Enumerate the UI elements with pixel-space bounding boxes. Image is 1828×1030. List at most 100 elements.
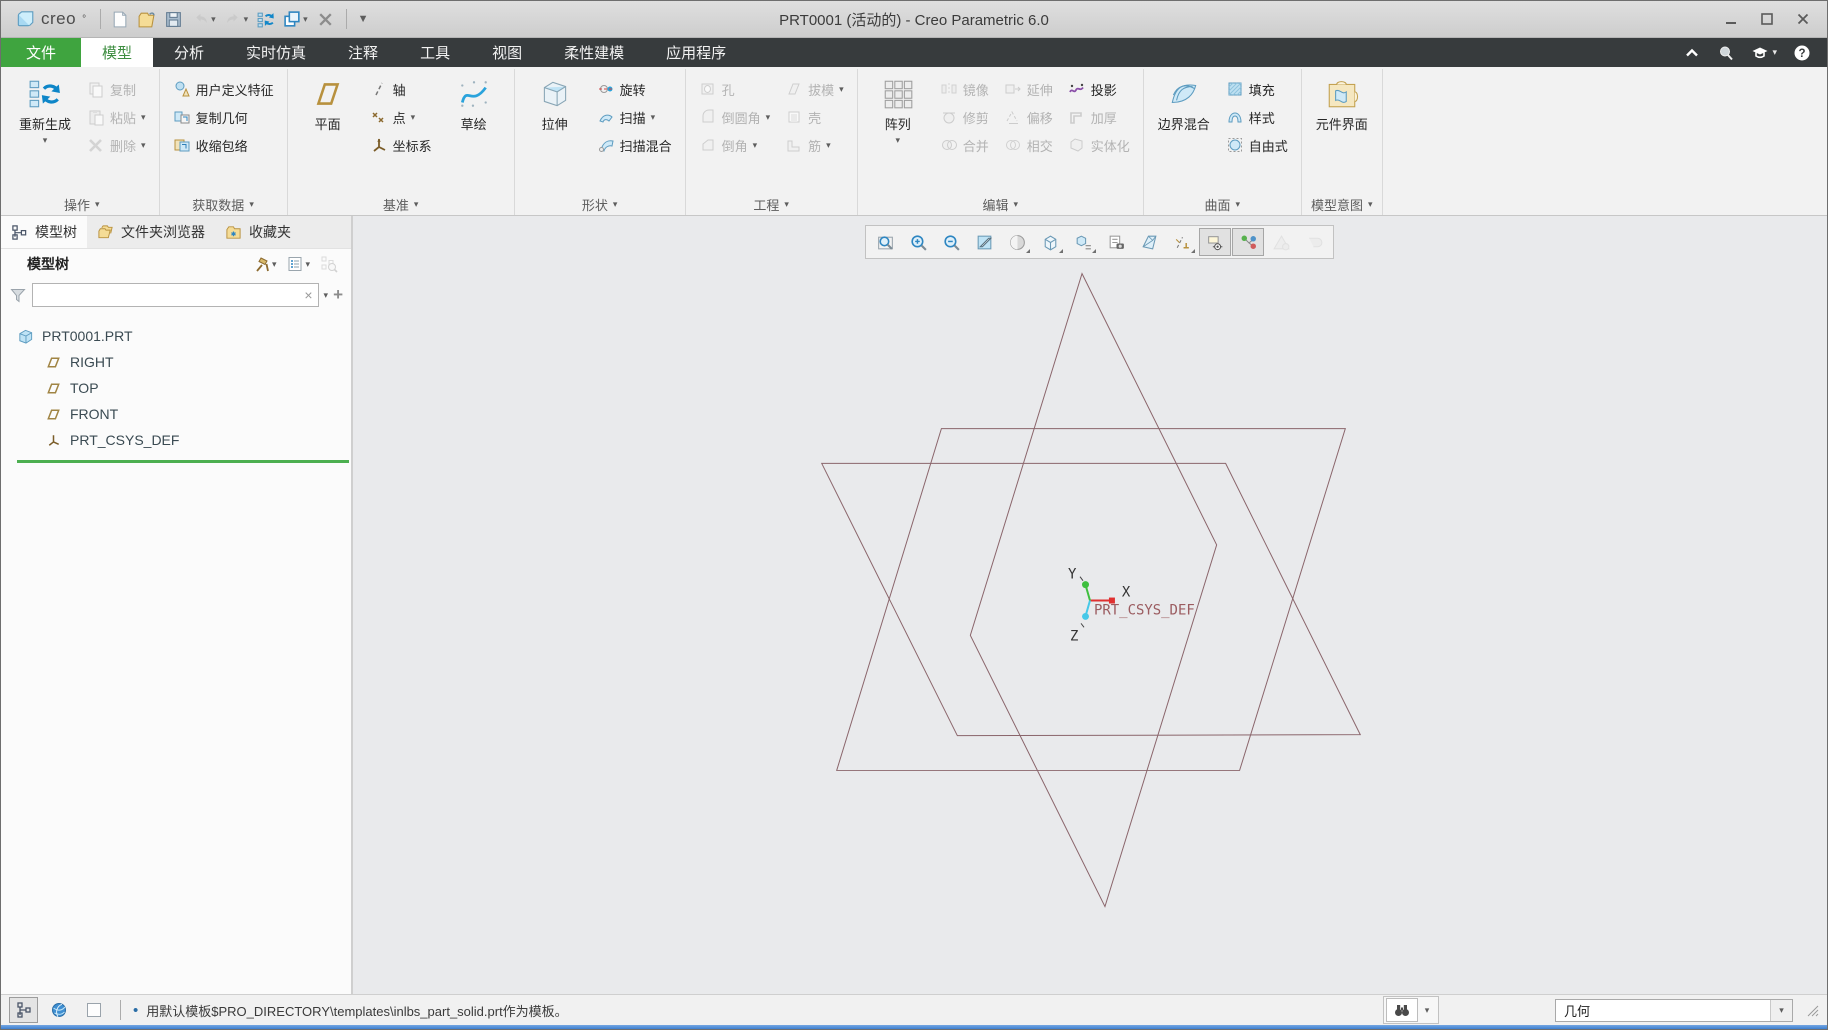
拔模-button[interactable]: 拔模▾ [780,76,849,102]
group-label[interactable]: 曲面▾ [1149,194,1296,215]
sketch-entity[interactable] [970,274,1216,907]
add-filter-button[interactable]: + [333,285,343,305]
重新生成-button[interactable]: 重新生成▾ [13,74,77,145]
壳-button[interactable]: 壳 [780,104,849,130]
扫描混合-button[interactable]: 扫描混合 [592,132,677,158]
复制几何-button[interactable]: 复制几何 [168,104,279,130]
datum-display-button[interactable] [1166,228,1198,256]
graphics-area[interactable]: XYZPRT_CSYS_DEF [353,216,1827,994]
group-label[interactable]: 基准▾ [293,194,509,215]
zoom-out-button[interactable] [935,228,967,256]
延伸-button[interactable]: 延伸 [999,76,1058,102]
tab-工具[interactable]: 工具 [399,38,471,67]
view-manager-button[interactable] [1100,228,1132,256]
spin-center-button[interactable] [1232,228,1264,256]
tab-实时仿真[interactable]: 实时仿真 [225,38,327,67]
redo-button[interactable]: ▾ [221,6,252,32]
tab-应用程序[interactable]: 应用程序 [645,38,747,67]
删除-button[interactable]: 删除▾ [82,132,151,158]
settings-list-button[interactable]: ▾ [283,251,313,277]
annotations-button[interactable] [1199,228,1231,256]
navigator-tab-文件夹浏览器[interactable]: 文件夹浏览器 [87,216,215,248]
new-file-button[interactable] [107,6,132,32]
平面-button[interactable]: 平面 [296,74,360,133]
learning-center-button[interactable]: ▾ [1751,44,1777,62]
group-label[interactable]: 模型意图▾ [1307,194,1377,215]
maximize-button[interactable] [1751,6,1783,32]
combo-dropdown-button[interactable]: ▾ [1770,1000,1792,1021]
扫描-button[interactable]: 扫描▾ [592,104,677,130]
修剪-button[interactable]: 修剪 [935,104,994,130]
自由式-button[interactable]: 自由式 [1221,132,1293,158]
收缩包络-button[interactable]: 收缩包络 [168,132,279,158]
tab-模型[interactable]: 模型 [81,38,153,67]
坐标系-button[interactable]: 坐标系 [365,132,437,158]
analysis-tools-button[interactable] [1265,228,1297,256]
镜像-button[interactable]: 镜像 [935,76,994,102]
shading-button[interactable] [1001,228,1033,256]
草绘-button[interactable]: 草绘 [442,74,506,133]
group-label[interactable]: 获取数据▾ [165,194,282,215]
填充-button[interactable]: 填充 [1221,76,1293,102]
元件界面-button[interactable]: 元件界面 [1310,74,1374,133]
blank-box-button[interactable] [79,997,108,1023]
轴-button[interactable]: 轴 [365,76,437,102]
样式-button[interactable]: 样式 [1221,104,1293,130]
筋-button[interactable]: 筋▾ [780,132,849,158]
复制-button[interactable]: 复制 [82,76,151,102]
navigator-tab-模型树[interactable]: 模型树 [1,216,87,248]
zoom-in-button[interactable] [902,228,934,256]
clipping-button[interactable] [1298,228,1330,256]
tree-toggle-button[interactable] [9,997,38,1023]
collapse-ribbon-button[interactable] [1683,44,1701,62]
tools-hammer-button[interactable]: ▾ [250,251,280,277]
加厚-button[interactable]: 加厚 [1063,104,1135,130]
navigator-tab-收藏夹[interactable]: 收藏夹 [215,216,301,248]
tab-视图[interactable]: 视图 [471,38,543,67]
tab-柔性建模[interactable]: 柔性建模 [543,38,645,67]
insertion-indicator[interactable] [17,460,349,463]
command-search-button[interactable] [1717,44,1735,62]
用户定义特征-button[interactable]: 用户定义特征 [168,76,279,102]
tab-分析[interactable]: 分析 [153,38,225,67]
find-dropdown-arrow[interactable]: ▾ [1418,1006,1436,1015]
repaint-button[interactable] [968,228,1000,256]
window-switch-button[interactable]: ▾ [280,6,311,32]
group-label[interactable]: 工程▾ [691,194,852,215]
binoculars-button[interactable] [1386,998,1418,1022]
close-window-button[interactable] [313,6,338,32]
合并-button[interactable]: 合并 [935,132,994,158]
group-label[interactable]: 编辑▾ [863,194,1138,215]
tree-item-RIGHT[interactable]: RIGHT [1,349,351,375]
saved-views-button[interactable] [1067,228,1099,256]
graphics-canvas[interactable]: XYZPRT_CSYS_DEF [353,216,1827,994]
边界混合-button[interactable]: 边界混合 [1152,74,1216,133]
tab-注释[interactable]: 注释 [327,38,399,67]
tree-search-off-button[interactable] [317,251,341,277]
perspective-button[interactable] [1133,228,1165,256]
拉伸-button[interactable]: 拉伸 [523,74,587,133]
regenerate-qat-button[interactable] [253,6,278,32]
tree-item-PRT0001.PRT[interactable]: PRT0001.PRT [1,323,351,349]
undo-button[interactable]: ▾ [188,6,219,32]
偏移-button[interactable]: 偏移 [999,104,1058,130]
minimize-button[interactable] [1715,6,1747,32]
close-button[interactable] [1787,6,1819,32]
save-button[interactable] [161,6,186,32]
旋转-button[interactable]: 旋转 [592,76,677,102]
孔-button[interactable]: 孔 [694,76,776,102]
help-button[interactable]: ? [1793,44,1811,62]
refit-button[interactable] [869,228,901,256]
投影-button[interactable]: 投影 [1063,76,1135,102]
实体化-button[interactable]: 实体化 [1063,132,1135,158]
selection-filter-combo[interactable]: 几何▾ [1555,999,1793,1022]
filter-dropdown-arrow[interactable]: ▾ [324,291,329,300]
倒角-button[interactable]: 倒角▾ [694,132,776,158]
阵列-button[interactable]: 阵列▾ [866,74,930,145]
tree-filter-input[interactable] [38,287,304,304]
resize-grip[interactable] [1805,1003,1819,1017]
tree-item-TOP[interactable]: TOP [1,375,351,401]
display-style-button[interactable] [1034,228,1066,256]
点-button[interactable]: 点▾ [365,104,437,130]
group-label[interactable]: 操作▾ [10,194,154,215]
